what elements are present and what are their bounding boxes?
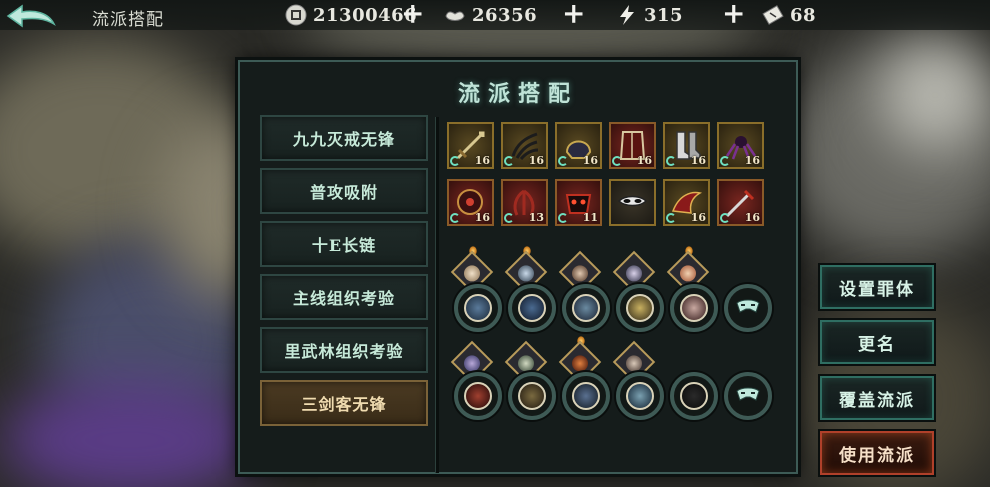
skill-slot[interactable]: [508, 372, 556, 420]
resource-ingot: 26356 +: [444, 0, 585, 30]
build-panel: 流派搭配 九九灭戒无锋 普攻吸附 十E长链 主线组织考验 里武林组织考验 三剑客…: [238, 60, 798, 474]
skill-slot[interactable]: [616, 372, 664, 420]
equipment-level: 16: [636, 154, 652, 167]
skill-slot[interactable]: [670, 284, 718, 332]
equipment-level: 16: [744, 154, 760, 167]
equipment-slot[interactable]: 16: [717, 122, 764, 169]
preset-item[interactable]: 九九灭戒无锋: [260, 115, 428, 161]
skill-slot[interactable]: [616, 284, 664, 332]
equipment-slot[interactable]: 11: [555, 179, 602, 226]
gem-icon: [720, 213, 730, 223]
add-ingot-button[interactable]: +: [562, 0, 585, 30]
eye-mask-icon: [617, 195, 648, 207]
skill-slot[interactable]: [508, 284, 556, 332]
preset-item[interactable]: 里武林组织考验: [260, 327, 428, 373]
preset-item[interactable]: 普攻吸附: [260, 168, 428, 214]
empty-skill-slot[interactable]: [670, 372, 718, 420]
equipment-slot[interactable]: 16: [663, 122, 710, 169]
gem-icon: [612, 156, 622, 166]
gem-icon: [504, 213, 514, 223]
mask-icon: [736, 299, 760, 313]
back-button[interactable]: [4, 2, 56, 30]
gem-icon: [450, 156, 460, 166]
add-coin-button[interactable]: +: [401, 0, 424, 30]
set-body-button[interactable]: 设置罪体: [820, 265, 934, 309]
equipment-level: 16: [690, 154, 706, 167]
equipment-level: 11: [582, 211, 598, 224]
preset-list: 九九灭戒无锋 普攻吸附 十E长链 主线组织考验 里武林组织考验 三剑客无锋: [260, 115, 430, 433]
gem-icon: [666, 156, 676, 166]
panel-title: 流派搭配: [457, 81, 578, 107]
skill-slot[interactable]: [454, 284, 502, 332]
equipment-level: 16: [474, 154, 490, 167]
equipment-level: 16: [690, 211, 706, 224]
equipment-slot[interactable]: 16: [609, 122, 656, 169]
resource-energy: 315 +: [616, 0, 745, 30]
equipment-slot[interactable]: 16: [501, 122, 548, 169]
equipment-slot[interactable]: 16: [663, 179, 710, 226]
use-build-button[interactable]: 使用流派: [820, 431, 934, 475]
gem-icon: [720, 156, 730, 166]
resource-ticket: 68: [762, 3, 816, 27]
equipment-slot[interactable]: 16: [555, 122, 602, 169]
gem-icon: [504, 156, 514, 166]
equipment-level: 13: [528, 211, 544, 224]
rename-button[interactable]: 更名: [820, 320, 934, 364]
screen-title: 流派搭配: [92, 10, 164, 30]
ticket-icon: [762, 5, 784, 25]
overwrite-build-button[interactable]: 覆盖流派: [820, 376, 934, 420]
gem-icon: [558, 156, 568, 166]
preset-item[interactable]: 主线组织考验: [260, 274, 428, 320]
panel-divider: [435, 117, 439, 473]
energy-value: 315: [644, 4, 684, 26]
preset-item[interactable]: 十E长链: [260, 221, 428, 267]
gem-icon: [558, 213, 568, 223]
resource-coin: 21300466 +: [285, 0, 424, 30]
equipment-level: 16: [474, 211, 490, 224]
coin-icon: [285, 4, 307, 26]
skill-slot[interactable]: [562, 372, 610, 420]
mask-slot[interactable]: [724, 284, 772, 332]
ingot-value: 26356: [472, 4, 538, 26]
equipment-slot[interactable]: 13: [501, 179, 548, 226]
equipment-slot[interactable]: [609, 179, 656, 226]
skill-slot[interactable]: [562, 284, 610, 332]
mask-slot[interactable]: [724, 372, 772, 420]
equipment-slot[interactable]: 16: [447, 122, 494, 169]
ticket-value: 68: [790, 4, 817, 26]
equipment-level: 16: [744, 211, 760, 224]
equipment-slot[interactable]: 16: [447, 179, 494, 226]
skill-slot[interactable]: [454, 372, 502, 420]
top-bar: 流派搭配 21300466 + 26356 + 315 + 68: [0, 0, 990, 30]
equipment-level: 16: [582, 154, 598, 167]
lightning-icon: [620, 5, 634, 25]
preset-item-selected[interactable]: 三剑客无锋: [260, 380, 428, 426]
back-arrow-icon: [6, 4, 56, 28]
add-energy-button[interactable]: +: [722, 0, 745, 30]
gem-icon: [450, 213, 460, 223]
equipment-slot[interactable]: 16: [717, 179, 764, 226]
silver-ingot-icon: [445, 11, 465, 21]
mask-icon: [736, 387, 760, 401]
gem-icon: [666, 213, 676, 223]
equipment-level: 16: [528, 154, 544, 167]
